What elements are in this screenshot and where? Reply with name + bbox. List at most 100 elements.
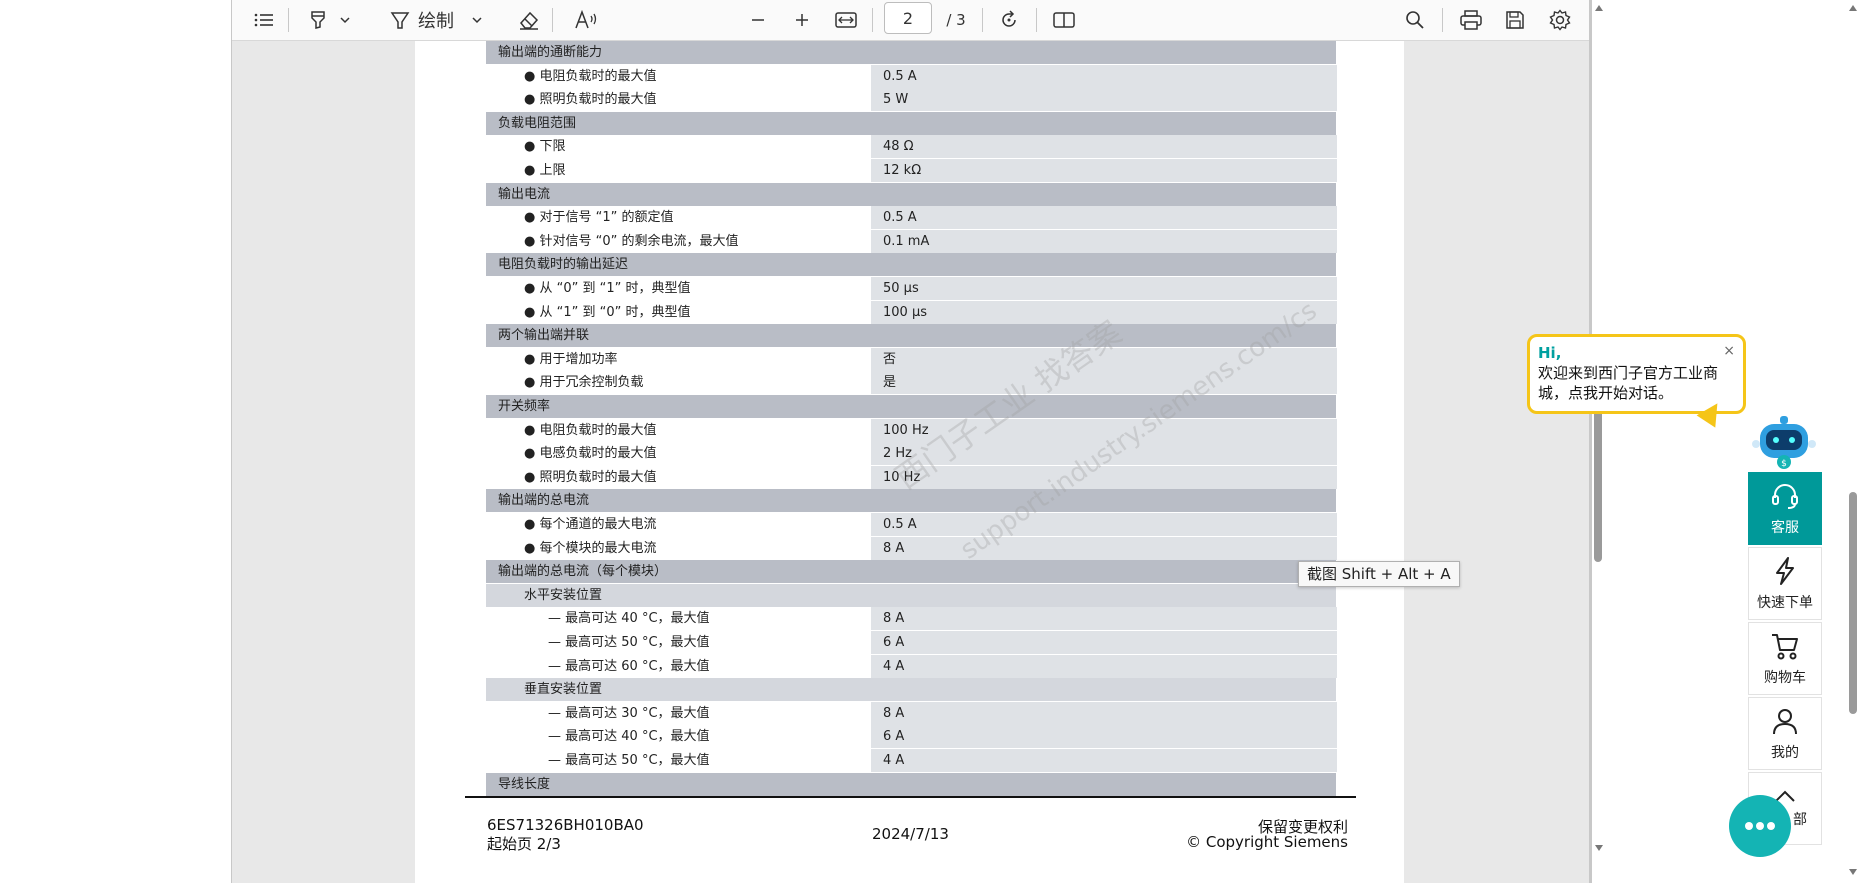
spec-row: 6 A — 最高可达 40 °C，最大值 bbox=[486, 725, 1337, 748]
spec-value: 0.5 A bbox=[883, 210, 917, 225]
spec-label: ● 电阻负载时的最大值 bbox=[524, 423, 657, 438]
spec-value-cell: 4 A bbox=[870, 749, 1337, 772]
spec-label: ● 对于信号 “1” 的额定值 bbox=[524, 210, 674, 225]
spec-table: 输出端的通断能力 0.5 A ● 电阻负载时的最大值 5 W ● 照明负载时的最大值 负载… bbox=[486, 41, 1337, 796]
customer-service-label: 客服 bbox=[1771, 519, 1799, 536]
account-button[interactable]: 我的 bbox=[1748, 697, 1822, 770]
viewer-scrollbar-thumb[interactable] bbox=[1594, 402, 1602, 562]
lightning-icon bbox=[1776, 556, 1794, 585]
spec-row: 2 Hz ● 电感负载时的最大值 bbox=[486, 442, 1337, 465]
spec-label: — 最高可达 40 °C，最大值 bbox=[548, 611, 710, 626]
spec-label: 输出端的通断能力 bbox=[498, 45, 603, 60]
search-icon[interactable] bbox=[1401, 4, 1429, 36]
spec-row: 6 A — 最高可达 50 °C，最大值 bbox=[486, 631, 1337, 654]
spec-value-cell: 6 A bbox=[870, 725, 1337, 748]
page-number-input[interactable] bbox=[884, 2, 932, 34]
spec-value: 6 A bbox=[883, 729, 905, 744]
spec-value: 4 A bbox=[883, 659, 905, 674]
spec-value: 0.5 A bbox=[883, 517, 917, 532]
user-icon bbox=[1773, 708, 1797, 734]
spec-section-row: 负载电阻范围 bbox=[486, 112, 1336, 135]
spec-value: 0.5 A bbox=[883, 69, 917, 84]
spec-value: 12 kΩ bbox=[883, 163, 922, 178]
draw-icon[interactable] bbox=[386, 4, 414, 36]
spec-row: 100 Hz ● 电阻负载时的最大值 bbox=[486, 419, 1337, 442]
spec-label: ● 上限 bbox=[524, 163, 566, 178]
chat-welcome-bubble[interactable]: Hi, 欢迎来到西门子官方工业商城，点我开始对话。 × bbox=[1527, 334, 1746, 414]
spec-label: 导线长度 bbox=[498, 777, 551, 792]
spec-value-cell: 48 Ω bbox=[870, 135, 1337, 158]
zoom-in-icon[interactable] bbox=[788, 4, 816, 36]
zoom-out-icon[interactable] bbox=[744, 4, 772, 36]
chevron-down-icon[interactable] bbox=[468, 4, 486, 36]
save-icon[interactable] bbox=[1501, 4, 1529, 36]
spec-value-cell: 12 kΩ bbox=[870, 159, 1337, 182]
spec-row: 4 A — 最高可达 50 °C，最大值 bbox=[486, 749, 1337, 772]
spec-value-cell: 是 bbox=[870, 371, 1337, 394]
gear-icon[interactable] bbox=[1546, 4, 1574, 36]
spec-value-cell: 8 A bbox=[870, 702, 1337, 725]
cart-button[interactable]: 购物车 bbox=[1748, 622, 1822, 695]
page-view-icon[interactable] bbox=[1050, 4, 1078, 36]
spec-row: 50 μs ● 从 “0” 到 “1” 时，典型值 bbox=[486, 277, 1337, 300]
eraser-icon[interactable] bbox=[515, 4, 543, 36]
customer-service-button[interactable]: 客服 bbox=[1748, 472, 1822, 545]
spec-label: — 最高可达 60 °C，最大值 bbox=[548, 659, 710, 674]
spec-row: 12 kΩ ● 上限 bbox=[486, 159, 1337, 182]
spec-label: ● 下限 bbox=[524, 139, 566, 154]
chat-dots-icon bbox=[1745, 822, 1775, 830]
chat-message: 欢迎来到西门子官方工业商城，点我开始对话。 bbox=[1538, 364, 1719, 402]
spec-value-cell: 0.5 A bbox=[870, 65, 1337, 88]
spec-value: 4 A bbox=[883, 753, 905, 768]
spec-value: 8 A bbox=[883, 541, 905, 556]
fit-width-icon[interactable] bbox=[832, 4, 860, 36]
spec-row: 4 A — 最高可达 60 °C，最大值 bbox=[486, 655, 1337, 678]
robot-mascot-icon[interactable]: $ bbox=[1752, 414, 1818, 470]
spec-label: ● 从 “0” 到 “1” 时，典型值 bbox=[524, 281, 691, 296]
footer-product-code: 6ES71326BH010BA0 bbox=[487, 816, 644, 834]
spec-section-row: 输出电流 bbox=[486, 183, 1336, 206]
page-scrollbar[interactable] bbox=[1846, 0, 1860, 883]
spec-value: 5 W bbox=[883, 92, 909, 107]
spec-label: — 最高可达 50 °C，最大值 bbox=[548, 753, 710, 768]
spec-subsection-row: 水平安装位置 bbox=[486, 584, 1336, 607]
pdf-viewer: 绘制 / 3 bbox=[231, 0, 1592, 883]
screenshot-tooltip: 截图 Shift + Alt + A bbox=[1298, 561, 1460, 587]
spec-value-cell: 0.5 A bbox=[870, 206, 1337, 229]
rotate-icon[interactable] bbox=[995, 4, 1023, 36]
spec-value: 6 A bbox=[883, 635, 905, 650]
chat-fab-button[interactable] bbox=[1729, 795, 1791, 857]
spec-label: ● 照明负载时的最大值 bbox=[524, 470, 657, 485]
spec-row: 8 A — 最高可达 40 °C，最大值 bbox=[486, 607, 1337, 630]
spec-label: 开关频率 bbox=[498, 399, 551, 414]
contents-icon[interactable] bbox=[250, 4, 278, 36]
print-icon[interactable] bbox=[1457, 4, 1485, 36]
quick-order-button[interactable]: 快速下单 bbox=[1748, 547, 1822, 620]
account-label: 我的 bbox=[1771, 744, 1799, 761]
spec-label: ● 每个模块的最大电流 bbox=[524, 541, 657, 556]
spec-row: 8 A — 最高可达 30 °C，最大值 bbox=[486, 702, 1337, 725]
footer-copyright: © Copyright Siemens bbox=[1186, 833, 1348, 851]
spec-section-row: 两个输出端并联 bbox=[486, 324, 1336, 347]
draw-label[interactable]: 绘制 bbox=[418, 4, 460, 36]
quick-order-label: 快速下单 bbox=[1757, 594, 1813, 611]
spec-row: 否 ● 用于增加功率 bbox=[486, 348, 1337, 371]
spec-label: 输出端的总电流 bbox=[498, 493, 590, 508]
read-aloud-icon[interactable] bbox=[572, 4, 600, 36]
close-icon[interactable]: × bbox=[1723, 341, 1735, 361]
spec-label: — 最高可达 30 °C，最大值 bbox=[548, 706, 710, 721]
spec-label: ● 用于冗余控制负载 bbox=[524, 375, 644, 390]
spec-row: 10 Hz ● 照明负载时的最大值 bbox=[486, 466, 1337, 489]
chevron-down-icon[interactable] bbox=[336, 4, 354, 36]
spec-label: 负载电阻范围 bbox=[498, 116, 577, 131]
spec-section-row: 输出端的通断能力 bbox=[486, 41, 1336, 64]
page-scrollbar-thumb[interactable] bbox=[1849, 492, 1857, 714]
highlight-icon[interactable] bbox=[304, 4, 332, 36]
cart-label: 购物车 bbox=[1764, 669, 1806, 686]
spec-value: 0.1 mA bbox=[883, 234, 930, 249]
spec-label: 垂直安装位置 bbox=[524, 682, 603, 697]
pdf-page: 输出端的通断能力 0.5 A ● 电阻负载时的最大值 5 W ● 照明负载时的最大值 负载… bbox=[415, 41, 1404, 883]
spec-row: 100 μs ● 从 “1” 到 “0” 时，典型值 bbox=[486, 301, 1337, 324]
spec-label: ● 用于增加功率 bbox=[524, 352, 618, 367]
spec-row: 0.5 A ● 对于信号 “1” 的额定值 bbox=[486, 206, 1337, 229]
